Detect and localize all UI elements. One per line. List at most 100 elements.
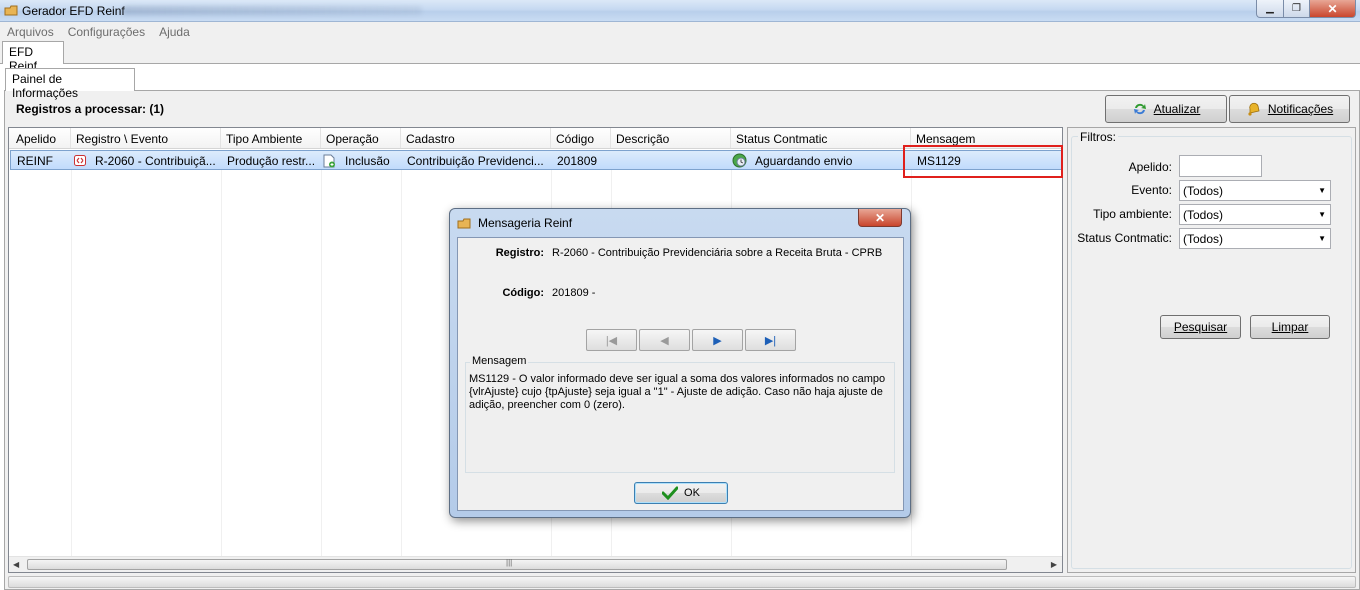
limpar-button[interactable]: Limpar bbox=[1250, 315, 1330, 339]
header-tipo-ambiente: Tipo Ambiente bbox=[226, 132, 303, 146]
dialog-app-icon bbox=[457, 218, 471, 229]
last-record-button[interactable]: ▶| bbox=[745, 329, 796, 351]
highlight-annotation bbox=[903, 145, 1063, 178]
ok-label: OK bbox=[684, 487, 700, 499]
header-status: Status Contmatic bbox=[736, 132, 828, 146]
status-bar bbox=[8, 576, 1356, 588]
atualizar-button[interactable]: Atualizar bbox=[1105, 95, 1227, 123]
grid-divider bbox=[401, 170, 402, 556]
evento-select[interactable]: (Todos) ▼ bbox=[1179, 180, 1331, 201]
header-registro: Registro \ Evento bbox=[76, 132, 169, 146]
tipo-ambiente-selected: (Todos) bbox=[1183, 208, 1224, 222]
notificacoes-button[interactable]: Notificações bbox=[1229, 95, 1350, 123]
menu-bar: Arquivos Configurações Ajuda bbox=[0, 22, 1360, 41]
next-record-button[interactable]: ▶ bbox=[692, 329, 743, 351]
col-apelido[interactable]: Apelido bbox=[9, 128, 71, 148]
status-contmatic-label: Status Contmatic: bbox=[1077, 231, 1172, 245]
col-codigo[interactable]: Código bbox=[551, 128, 611, 148]
mensagem-text: MS1129 - O valor informado deve ser igua… bbox=[469, 373, 886, 411]
cell-operacao: Inclusão bbox=[345, 154, 390, 168]
pesquisar-button[interactable]: Pesquisar bbox=[1160, 315, 1241, 339]
ok-button[interactable]: OK bbox=[634, 482, 728, 504]
menu-ajuda[interactable]: Ajuda bbox=[152, 22, 197, 41]
status-contmatic-selected: (Todos) bbox=[1183, 232, 1224, 246]
tipo-ambiente-label: Tipo ambiente: bbox=[1093, 207, 1172, 221]
filters-title: Filtros: bbox=[1078, 130, 1118, 144]
maximize-button[interactable]: ❐ bbox=[1283, 0, 1310, 18]
add-document-icon bbox=[323, 154, 335, 168]
scrollbar-thumb[interactable] bbox=[27, 559, 1007, 570]
cell-status: Aguardando envio bbox=[755, 154, 853, 168]
registro-label: Registro: bbox=[495, 247, 544, 259]
tab-efd-reinf[interactable]: EFD Reinf bbox=[2, 41, 64, 73]
col-status[interactable]: Status Contmatic bbox=[731, 128, 911, 148]
horizontal-scrollbar[interactable]: ◀ ||| ▶ bbox=[9, 556, 1062, 572]
apelido-input[interactable] bbox=[1179, 155, 1262, 177]
close-icon: ✕ bbox=[1327, 1, 1338, 16]
last-icon: ▶| bbox=[764, 334, 777, 347]
scroll-right-icon[interactable]: ▶ bbox=[1051, 560, 1057, 569]
scroll-left-icon[interactable]: ◀ bbox=[13, 560, 19, 569]
header-mensagem: Mensagem bbox=[916, 132, 976, 146]
registros-count: Registros a processar: (1) bbox=[16, 102, 165, 116]
scrollbar-grip-icon: ||| bbox=[506, 558, 513, 567]
pesquisar-label: Pesquisar bbox=[1173, 320, 1228, 334]
apelido-label: Apelido: bbox=[1128, 160, 1172, 174]
tipo-ambiente-select[interactable]: (Todos) ▼ bbox=[1179, 204, 1331, 225]
chevron-down-icon: ▼ bbox=[1318, 186, 1326, 195]
col-operacao[interactable]: Operação bbox=[321, 128, 401, 148]
pending-status-icon bbox=[732, 153, 747, 168]
chevron-down-icon: ▼ bbox=[1318, 210, 1326, 219]
cell-tipo-ambiente: Produção restr... bbox=[227, 154, 316, 168]
dialog-close-button[interactable]: ✕ bbox=[858, 209, 902, 227]
grid-divider bbox=[321, 170, 322, 556]
first-icon: |◀ bbox=[605, 334, 618, 347]
minimize-button[interactable]: ▁ bbox=[1256, 0, 1284, 18]
cell-registro: R-2060 - Contribuiçã... bbox=[95, 154, 216, 168]
dialog-title: Mensageria Reinf bbox=[478, 216, 573, 230]
tab-painel-informacoes[interactable]: Painel de Informações bbox=[5, 68, 135, 100]
chevron-down-icon: ▼ bbox=[1318, 234, 1326, 243]
grid-divider bbox=[221, 170, 222, 556]
col-descricao[interactable]: Descrição bbox=[611, 128, 731, 148]
header-operacao: Operação bbox=[326, 132, 379, 146]
menu-arquivos[interactable]: Arquivos bbox=[0, 22, 61, 41]
restore-icon: ❐ bbox=[1292, 3, 1301, 14]
col-tipo-ambiente[interactable]: Tipo Ambiente bbox=[221, 128, 321, 148]
first-record-button[interactable]: |◀ bbox=[586, 329, 637, 351]
close-button[interactable]: ✕ bbox=[1309, 0, 1356, 18]
app-icon bbox=[4, 5, 18, 16]
codigo-value: 201809 - bbox=[552, 287, 596, 299]
header-codigo: Código bbox=[556, 132, 595, 146]
registro-value: R-2060 - Contribuição Previdenciária sob… bbox=[552, 247, 883, 259]
col-cadastro[interactable]: Cadastro bbox=[401, 128, 551, 148]
event-type-icon bbox=[74, 155, 86, 166]
limpar-label: Limpar bbox=[1271, 320, 1309, 334]
mensagem-title: Mensagem bbox=[470, 355, 529, 367]
grid-divider bbox=[71, 170, 72, 556]
notificacoes-label: Notificações bbox=[1267, 102, 1334, 116]
cell-apelido: REINF bbox=[17, 154, 53, 168]
header-descricao: Descrição bbox=[616, 132, 670, 146]
window-title: Gerador EFD Reinf bbox=[22, 4, 125, 18]
atualizar-label: Atualizar bbox=[1153, 102, 1201, 116]
minimize-icon: ▁ bbox=[1266, 3, 1274, 14]
evento-label: Evento: bbox=[1131, 183, 1172, 197]
status-contmatic-select[interactable]: (Todos) ▼ bbox=[1179, 228, 1331, 249]
grid-divider bbox=[911, 170, 912, 556]
refresh-icon bbox=[1133, 103, 1146, 115]
header-cadastro: Cadastro bbox=[406, 132, 455, 146]
close-icon: ✕ bbox=[874, 210, 886, 225]
previous-icon: ◀ bbox=[660, 334, 669, 347]
previous-record-button[interactable]: ◀ bbox=[639, 329, 690, 351]
title-path-blurred bbox=[122, 6, 422, 15]
col-registro[interactable]: Registro \ Evento bbox=[71, 128, 221, 148]
header-apelido: Apelido bbox=[16, 132, 57, 146]
bell-icon bbox=[1248, 102, 1260, 116]
title-bar: Gerador EFD Reinf ▁ ❐ ✕ bbox=[0, 0, 1360, 22]
menu-configuracoes[interactable]: Configurações bbox=[61, 22, 152, 41]
next-icon: ▶ bbox=[713, 334, 722, 347]
cell-codigo: 201809 bbox=[557, 154, 598, 168]
evento-selected: (Todos) bbox=[1183, 184, 1224, 198]
codigo-label: Código: bbox=[502, 287, 544, 299]
